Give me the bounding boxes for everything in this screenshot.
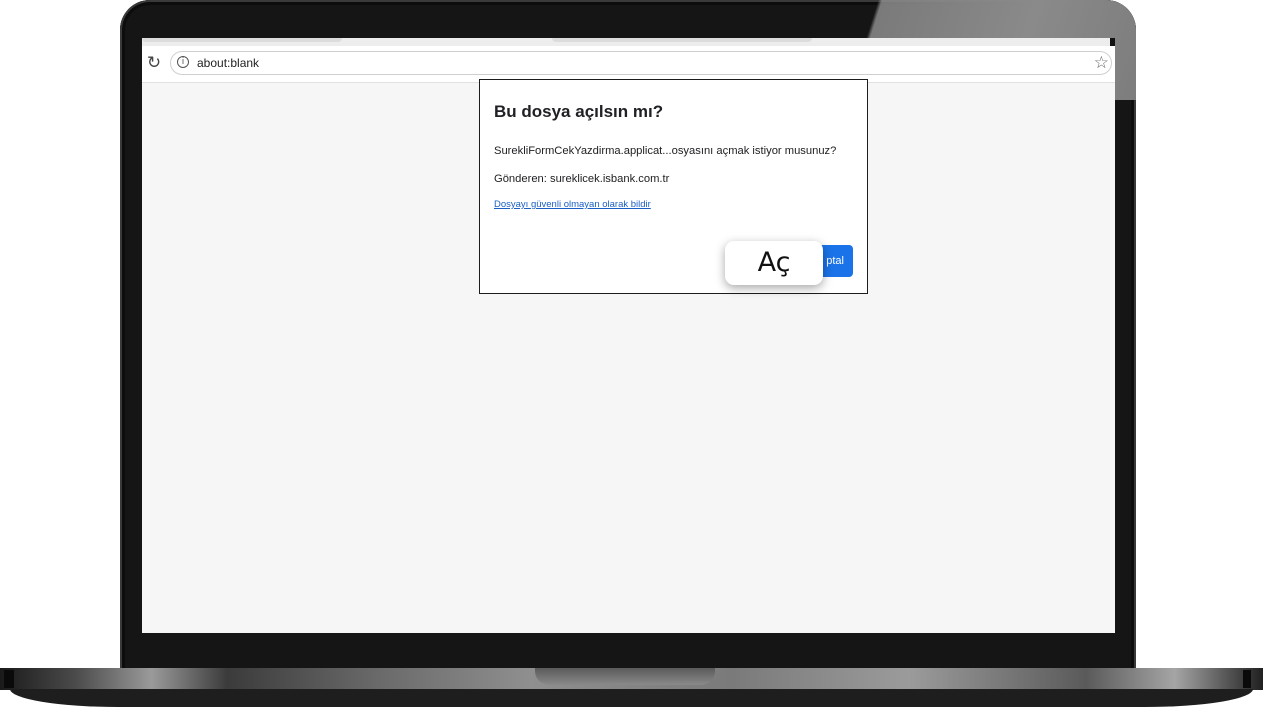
laptop-notch — [535, 668, 715, 685]
reload-icon[interactable]: ↻ — [144, 53, 164, 73]
dialog-title: Bu dosya açılsın mı? — [494, 102, 664, 121]
report-unsafe-link[interactable]: Dosyayı güvenli olmayan olarak bildir — [494, 199, 651, 210]
open-button-callout[interactable]: Aç — [725, 241, 823, 285]
browser-toolbar: ↻ i about:blank ☆ — [142, 46, 1115, 83]
address-bar[interactable]: i about:blank ☆ — [170, 51, 1112, 75]
laptop-mockup: ↻ i about:blank ☆ Bu dosya açılsın mı? S… — [0, 0, 1263, 711]
laptop-base-front — [10, 689, 1253, 707]
address-bar-url[interactable]: about:blank — [197, 56, 259, 71]
tab-strip — [142, 38, 1115, 56]
base-edge-left — [4, 670, 14, 688]
tab-partial[interactable] — [142, 38, 342, 42]
open-file-dialog: Bu dosya açılsın mı? SurekliFormCekYazdi… — [479, 79, 868, 294]
base-edge-right — [1243, 670, 1251, 688]
browser-window: ↻ i about:blank ☆ Bu dosya açılsın mı? S… — [142, 38, 1115, 633]
tab-partial[interactable] — [552, 38, 812, 42]
dialog-sender: Gönderen: sureklicek.isbank.com.tr — [494, 173, 670, 185]
dialog-message: SurekliFormCekYazdirma.applicat...osyası… — [494, 145, 837, 157]
star-icon[interactable]: ☆ — [1094, 53, 1109, 73]
info-icon[interactable]: i — [177, 56, 189, 68]
